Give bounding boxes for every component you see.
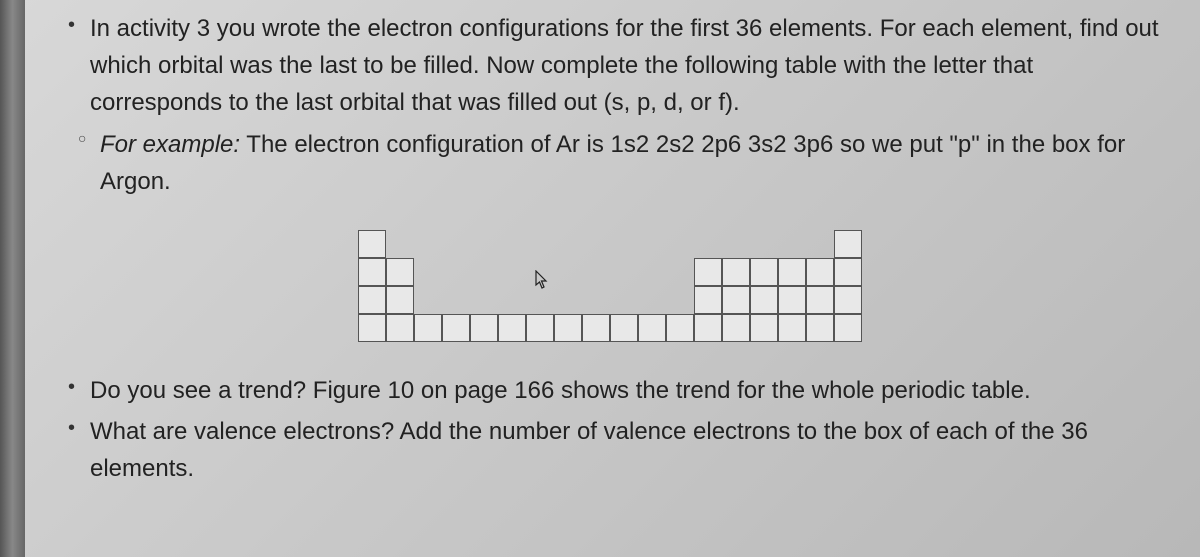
element-cell xyxy=(554,314,582,342)
element-cell xyxy=(358,230,386,258)
empty-cell xyxy=(442,286,470,314)
empty-cell xyxy=(806,230,834,258)
element-cell xyxy=(666,314,694,342)
empty-cell xyxy=(470,230,498,258)
empty-cell xyxy=(750,230,778,258)
instruction-list: In activity 3 you wrote the electron con… xyxy=(60,10,1160,200)
empty-cell xyxy=(470,258,498,286)
empty-cell xyxy=(778,230,806,258)
periodic-table-figure xyxy=(60,230,1160,342)
element-cell xyxy=(834,286,862,314)
example-prefix: For example: xyxy=(100,131,240,158)
element-cell xyxy=(414,314,442,342)
empty-cell xyxy=(498,286,526,314)
element-cell xyxy=(582,314,610,342)
empty-cell xyxy=(442,230,470,258)
empty-cell xyxy=(414,286,442,314)
bullet-sub-1: For example: The electron configuration … xyxy=(100,126,1160,200)
element-cell xyxy=(778,314,806,342)
element-cell xyxy=(358,258,386,286)
empty-cell xyxy=(638,230,666,258)
empty-cell xyxy=(666,258,694,286)
element-cell xyxy=(358,286,386,314)
empty-cell xyxy=(498,258,526,286)
empty-cell xyxy=(554,286,582,314)
element-cell xyxy=(750,314,778,342)
empty-cell xyxy=(414,230,442,258)
element-cell xyxy=(498,314,526,342)
element-cell xyxy=(834,230,862,258)
empty-cell xyxy=(554,258,582,286)
element-cell xyxy=(694,286,722,314)
element-cell xyxy=(386,314,414,342)
empty-cell xyxy=(414,258,442,286)
element-cell xyxy=(722,314,750,342)
empty-cell xyxy=(610,286,638,314)
element-cell xyxy=(610,314,638,342)
element-cell xyxy=(750,258,778,286)
element-cell xyxy=(834,314,862,342)
element-cell xyxy=(778,286,806,314)
bullet-main-2: Do you see a trend? Figure 10 on page 16… xyxy=(90,372,1160,409)
empty-cell xyxy=(470,286,498,314)
empty-cell xyxy=(442,258,470,286)
element-cell xyxy=(386,286,414,314)
empty-cell xyxy=(694,230,722,258)
empty-cell xyxy=(582,230,610,258)
empty-cell xyxy=(526,258,554,286)
empty-cell xyxy=(638,258,666,286)
element-cell xyxy=(806,314,834,342)
empty-cell xyxy=(498,230,526,258)
element-cell xyxy=(442,314,470,342)
element-cell xyxy=(526,314,554,342)
followup-list: Do you see a trend? Figure 10 on page 16… xyxy=(60,372,1160,488)
element-cell xyxy=(806,286,834,314)
element-cell xyxy=(750,286,778,314)
element-cell xyxy=(694,258,722,286)
empty-cell xyxy=(610,258,638,286)
element-cell xyxy=(834,258,862,286)
empty-cell xyxy=(582,258,610,286)
element-cell xyxy=(694,314,722,342)
bullet-main-1: In activity 3 you wrote the electron con… xyxy=(90,10,1160,122)
element-cell xyxy=(386,258,414,286)
element-cell xyxy=(470,314,498,342)
bullet-main-3: What are valence electrons? Add the numb… xyxy=(90,413,1160,487)
element-cell xyxy=(778,258,806,286)
empty-cell xyxy=(722,230,750,258)
empty-cell xyxy=(526,286,554,314)
empty-cell xyxy=(666,230,694,258)
empty-cell xyxy=(666,286,694,314)
element-cell xyxy=(358,314,386,342)
periodic-table-grid xyxy=(358,230,862,342)
empty-cell xyxy=(638,286,666,314)
element-cell xyxy=(638,314,666,342)
empty-cell xyxy=(526,230,554,258)
empty-cell xyxy=(554,230,582,258)
element-cell xyxy=(722,258,750,286)
empty-cell xyxy=(386,230,414,258)
element-cell xyxy=(806,258,834,286)
example-text: The electron configuration of Ar is 1s2 … xyxy=(100,131,1125,195)
empty-cell xyxy=(610,230,638,258)
empty-cell xyxy=(582,286,610,314)
element-cell xyxy=(722,286,750,314)
